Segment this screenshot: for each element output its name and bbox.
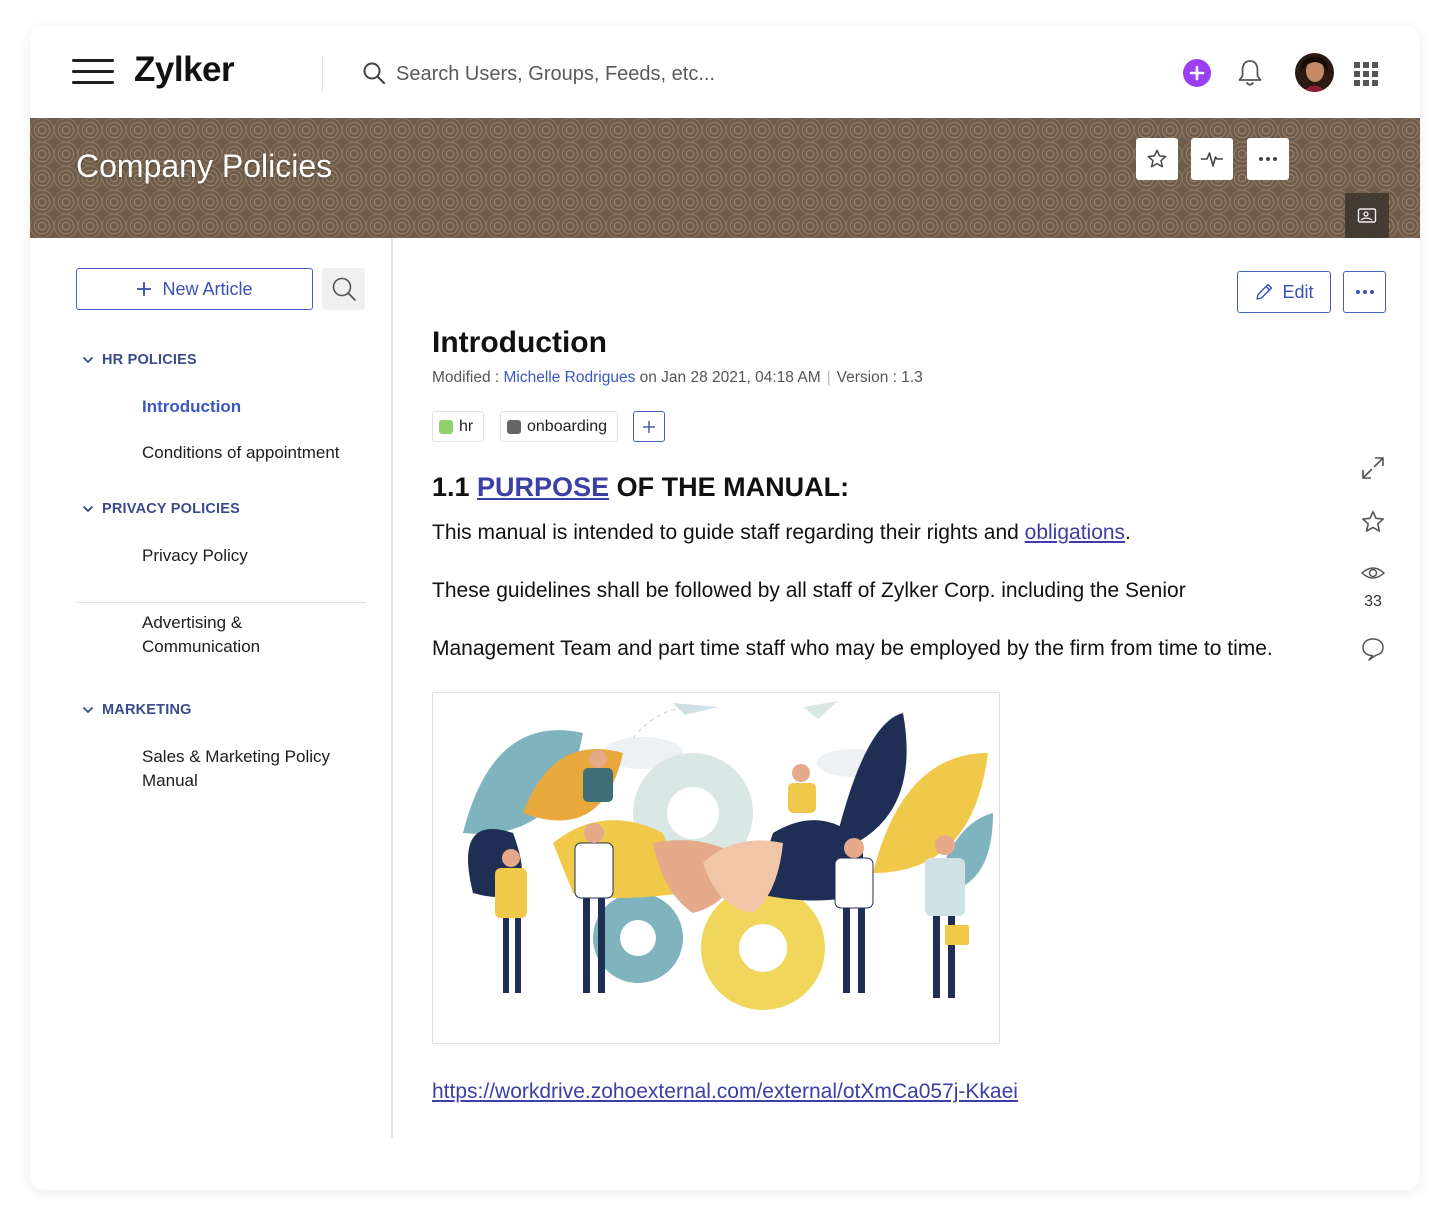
sidebar-border bbox=[391, 238, 393, 1138]
bell-icon[interactable] bbox=[1236, 58, 1264, 88]
apps-grid-icon[interactable] bbox=[1354, 62, 1378, 86]
comment-icon[interactable] bbox=[1360, 636, 1386, 662]
category-marketing[interactable]: MARKETING bbox=[82, 702, 192, 718]
sidebar-item-advertising-communication[interactable]: Advertising & Communication bbox=[142, 611, 302, 659]
plus-icon bbox=[137, 282, 152, 296]
chevron-down-icon bbox=[82, 356, 94, 364]
banner: Company Policies bbox=[30, 118, 1420, 238]
tag-onboarding[interactable]: onboarding bbox=[500, 411, 619, 442]
obligations-link[interactable]: obligations bbox=[1025, 521, 1125, 544]
article-illustration bbox=[432, 692, 1000, 1044]
paragraph-1-end: . bbox=[1125, 521, 1131, 544]
sidebar: New Article HR POLICIES Introduction Con… bbox=[30, 238, 392, 1138]
meta-modified-prefix: Modified : bbox=[432, 369, 504, 386]
tag-color-dot bbox=[439, 419, 453, 434]
header-divider bbox=[322, 56, 323, 92]
sidebar-search-button[interactable] bbox=[322, 268, 365, 310]
article-meta: Modified : Michelle Rodrigues on Jan 28 … bbox=[432, 369, 923, 387]
purpose-link[interactable]: PURPOSE bbox=[477, 472, 609, 502]
search-icon bbox=[332, 277, 356, 301]
new-article-label: New Article bbox=[162, 278, 253, 299]
category-label: MARKETING bbox=[102, 702, 192, 718]
more-horizontal-icon bbox=[1259, 157, 1277, 161]
create-plus-icon[interactable] bbox=[1183, 59, 1211, 87]
sidebar-item-privacy-policy[interactable]: Privacy Policy bbox=[142, 544, 372, 568]
top-bar: Zylker bbox=[30, 26, 1420, 118]
category-hr-policies[interactable]: HR POLICIES bbox=[82, 352, 197, 368]
edit-label: Edit bbox=[1282, 281, 1314, 302]
sidebar-item-sales-marketing-policy-manual[interactable]: Sales & Marketing Policy Manual bbox=[142, 745, 352, 793]
page-title: Company Policies bbox=[76, 148, 333, 184]
plus-icon bbox=[643, 420, 655, 433]
change-cover-button[interactable] bbox=[1345, 193, 1389, 238]
meta-separator: | bbox=[826, 369, 831, 386]
search-input[interactable] bbox=[396, 56, 916, 92]
paragraph-3: Management Team and part time staff who … bbox=[432, 637, 1273, 660]
pencil-icon bbox=[1256, 283, 1273, 300]
edit-button[interactable]: Edit bbox=[1237, 271, 1331, 313]
heading-prefix: 1.1 bbox=[432, 472, 478, 502]
add-tag-button[interactable] bbox=[633, 411, 665, 442]
article-more-button[interactable] bbox=[1343, 271, 1386, 313]
image-icon bbox=[1357, 207, 1377, 223]
star-icon[interactable] bbox=[1360, 509, 1386, 535]
more-horizontal-icon bbox=[1355, 290, 1374, 294]
tag-hr[interactable]: hr bbox=[432, 411, 485, 442]
category-label: PRIVACY POLICIES bbox=[102, 501, 241, 517]
eye-icon[interactable] bbox=[1360, 560, 1386, 586]
paragraph-1-text: This manual is intended to guide staff r… bbox=[432, 521, 1025, 544]
app-window: Zylker Search Users, Groups, Feeds, etc.… bbox=[30, 26, 1420, 1190]
paragraph-2: These guidelines shall be followed by al… bbox=[432, 579, 1186, 602]
meta-version: Version : 1.3 bbox=[836, 369, 923, 386]
article-title: Introduction bbox=[432, 326, 607, 359]
star-icon bbox=[1147, 149, 1167, 168]
pulse-icon bbox=[1201, 152, 1223, 167]
paragraph-1: This manual is intended to guide staff r… bbox=[432, 521, 1131, 545]
workdrive-link[interactable]: https://workdrive.zohoexternal.com/exter… bbox=[432, 1080, 1018, 1104]
menu-icon[interactable] bbox=[72, 59, 114, 85]
favorite-button[interactable] bbox=[1136, 138, 1178, 180]
chevron-down-icon bbox=[82, 505, 94, 513]
brand-logo: Zylker bbox=[134, 50, 235, 89]
category-label: HR POLICIES bbox=[102, 352, 197, 368]
banner-more-button[interactable] bbox=[1247, 138, 1289, 180]
view-count: 33 bbox=[1364, 593, 1382, 610]
tag-label: onboarding bbox=[527, 417, 608, 435]
meta-date: on Jan 28 2021, 04:18 AM bbox=[635, 369, 821, 386]
heading-suffix: OF THE MANUAL: bbox=[609, 472, 850, 502]
tag-label: hr bbox=[459, 417, 474, 435]
new-article-button[interactable]: New Article bbox=[76, 268, 313, 310]
sidebar-item-introduction[interactable]: Introduction bbox=[142, 395, 372, 419]
section-heading: 1.1 PURPOSE OF THE MANUAL: bbox=[432, 472, 849, 503]
handshake-illustration bbox=[463, 701, 993, 1010]
activity-button[interactable] bbox=[1191, 138, 1233, 180]
sidebar-item-conditions-of-appointment[interactable]: Conditions of appointment bbox=[142, 441, 372, 465]
author-link[interactable]: Michelle Rodrigues bbox=[504, 369, 636, 386]
tag-color-dot bbox=[507, 419, 521, 434]
sidebar-divider bbox=[76, 602, 366, 603]
chevron-down-icon bbox=[82, 706, 94, 714]
avatar[interactable] bbox=[1295, 53, 1334, 92]
category-privacy-policies[interactable]: PRIVACY POLICIES bbox=[82, 501, 240, 517]
expand-icon[interactable] bbox=[1360, 455, 1386, 481]
search-icon bbox=[363, 62, 386, 85]
